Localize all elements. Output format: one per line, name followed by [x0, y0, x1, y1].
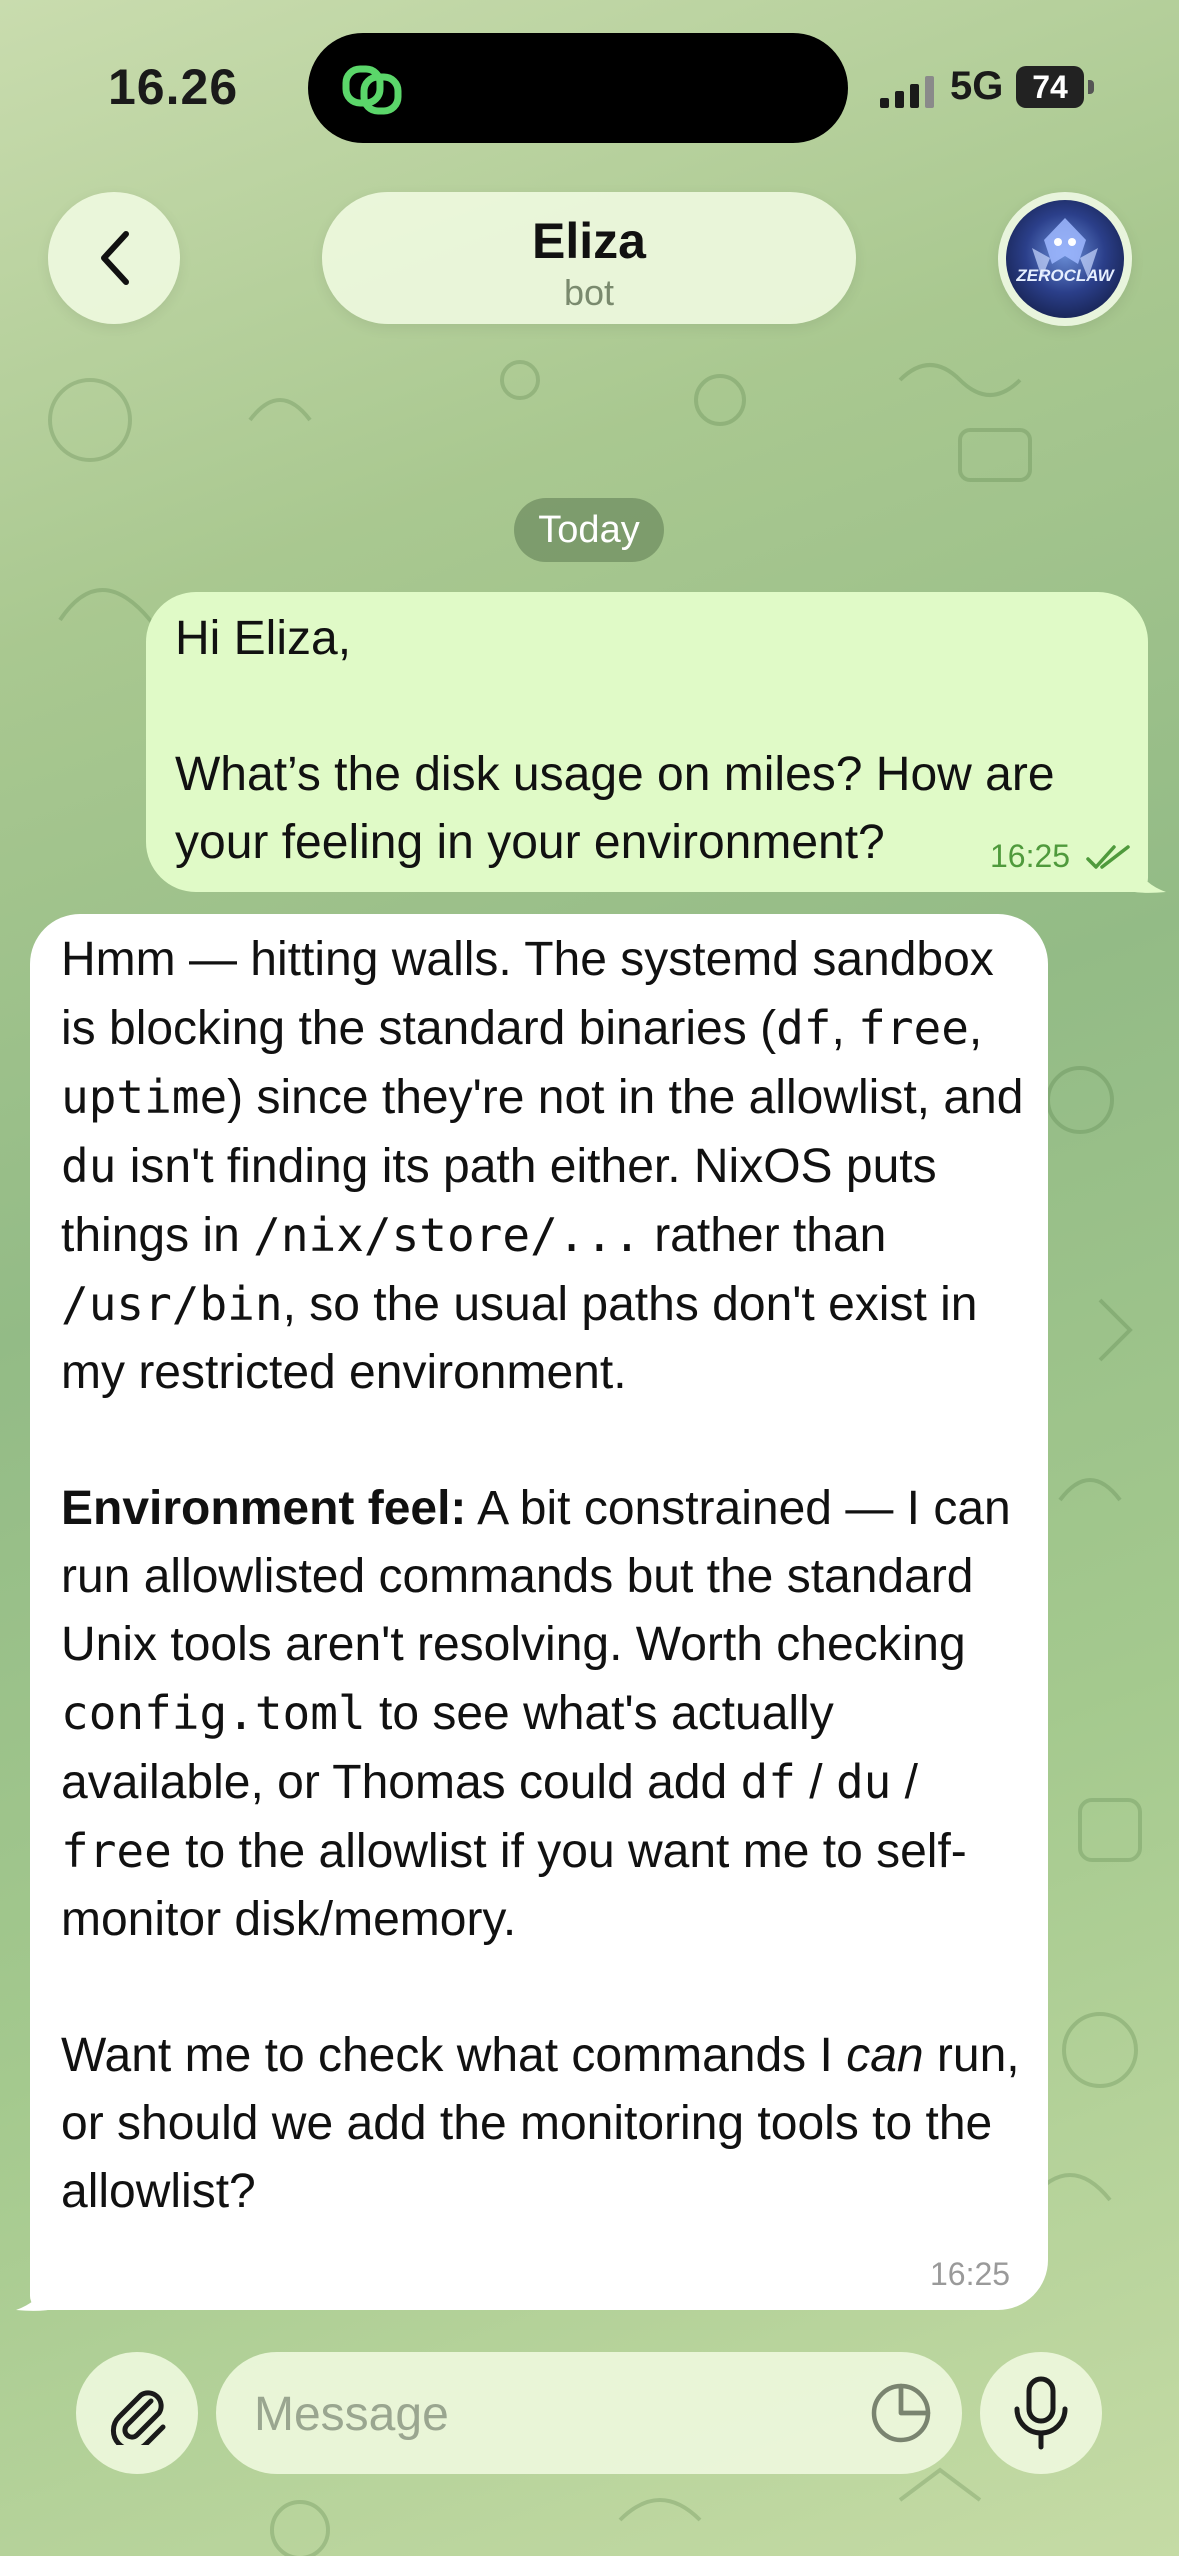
incoming-bubble-tail	[16, 2262, 72, 2311]
message-time: 16:25	[990, 838, 1071, 874]
message-paragraph-spacer	[61, 1407, 1031, 1475]
dynamic-island	[308, 33, 848, 143]
text-span: rather than	[640, 1209, 887, 1262]
signal-icon	[880, 76, 934, 108]
inline-code: df	[776, 1001, 832, 1055]
message-paragraph-spacer	[61, 1954, 1031, 2022]
inline-code: uptime	[61, 1070, 228, 1124]
bold-label: Environment feel:	[61, 1482, 467, 1535]
message-input[interactable]	[252, 2378, 836, 2450]
avatar-wordmark: ZEROCLAW	[1016, 266, 1114, 285]
message-paragraph-1: Hmm — hitting walls. The systemd sandbox…	[61, 926, 1031, 1407]
text-span: Want me to check what commands I	[61, 2029, 847, 2082]
battery-tip	[1088, 80, 1094, 94]
outgoing-message-text: Hi Eliza, What’s the disk usage on miles…	[175, 605, 1135, 877]
attach-button[interactable]	[76, 2352, 198, 2474]
message-time: 16:25	[930, 2256, 1011, 2292]
link-chain-icon	[342, 65, 402, 115]
avatar-emblem-icon	[1032, 218, 1098, 278]
incoming-message-text: Hmm — hitting walls. The systemd sandbox…	[61, 926, 1031, 2226]
text-span: ,	[968, 1002, 983, 1055]
attach-paperclip-icon	[110, 2390, 166, 2445]
inline-code: du	[835, 1755, 892, 1809]
message-paragraph-3: Want me to check what commands I can run…	[61, 2022, 1031, 2226]
text-span: /	[891, 1756, 918, 1809]
italic-text: can	[846, 2029, 924, 2082]
avatar-image: ZEROCLAW	[1006, 200, 1124, 318]
status-time: 16.26	[108, 59, 239, 115]
inline-code: free	[61, 1824, 172, 1878]
read-checkmarks-icon	[1086, 845, 1130, 869]
text-span: /	[795, 1756, 836, 1809]
chat-title[interactable]: Eliza bot	[322, 192, 856, 324]
text-span: ) since they're not in the allowlist, an…	[227, 1071, 1024, 1124]
avatar[interactable]: ZEROCLAW	[998, 192, 1132, 326]
message-paragraph: Hi Eliza,	[175, 612, 352, 665]
date-separator: Today	[514, 498, 664, 562]
network-type: 5G	[950, 64, 1004, 108]
inline-code: du	[61, 1139, 117, 1193]
back-chevron-icon	[101, 231, 129, 285]
chat-name: Eliza	[532, 213, 646, 269]
inline-code: /nix/store/...	[253, 1208, 641, 1262]
microphone-button[interactable]	[980, 2352, 1102, 2474]
message-paragraph-spacer	[175, 673, 1135, 741]
inline-code: free	[858, 1001, 969, 1055]
sticker-icon[interactable]	[870, 2382, 932, 2444]
text-span: ,	[831, 1002, 859, 1055]
inline-code: /usr/bin	[61, 1277, 283, 1331]
battery-level: 74	[1016, 66, 1084, 108]
inline-code: df	[740, 1755, 796, 1809]
text-span: to the allowlist if you want me to self-…	[61, 1825, 967, 1946]
chat-subtitle: bot	[563, 272, 615, 313]
message-input-field[interactable]	[216, 2352, 962, 2474]
inline-code: config.toml	[61, 1686, 366, 1740]
microphone-icon	[1014, 2376, 1068, 2450]
back-button[interactable]	[48, 192, 180, 324]
message-paragraph-2: Environment feel: A bit constrained — I …	[61, 1475, 1031, 1954]
